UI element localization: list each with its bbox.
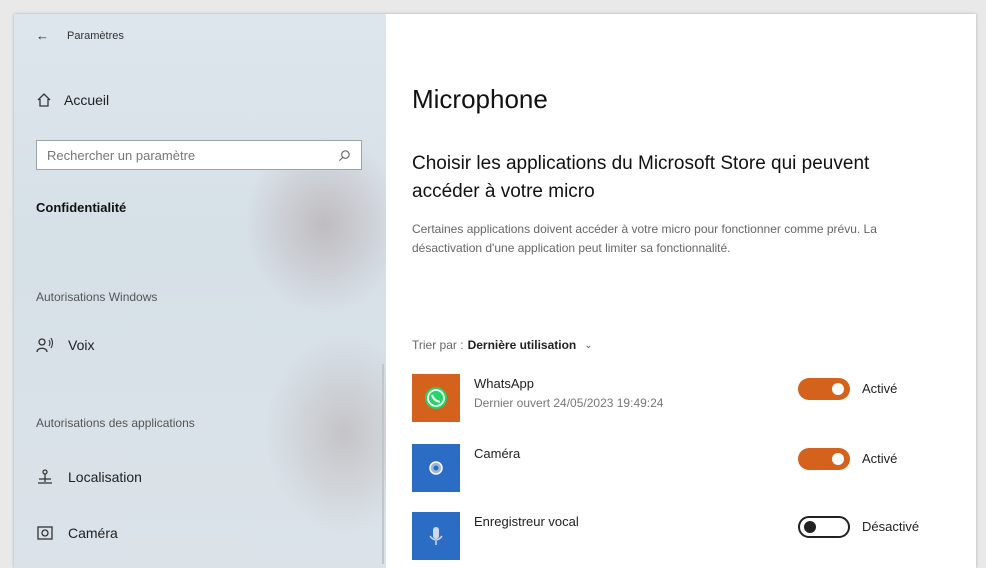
group-label-apps: Autorisations des applications <box>36 416 195 430</box>
sort-value: Dernière utilisation <box>467 338 577 352</box>
sidebar: ← Paramètres Accueil Rechercher un param… <box>14 14 386 568</box>
window-title: Paramètres <box>67 29 124 42</box>
app-last-opened: Dernier ouvert 24/05/2023 19:49:24 <box>474 396 664 410</box>
app-row-whatsapp: WhatsApp Dernier ouvert 24/05/2023 19:49… <box>412 374 952 422</box>
camera-mic-toggle[interactable] <box>798 448 850 470</box>
sidebar-item-label: Voix <box>68 337 95 353</box>
sidebar-scrollbar[interactable] <box>382 364 384 564</box>
sidebar-item-voice[interactable]: Voix <box>36 336 94 354</box>
sidebar-item-label: Localisation <box>68 469 142 485</box>
chevron-down-icon: ⌄ <box>584 339 593 351</box>
back-arrow-icon[interactable]: ← <box>36 28 49 43</box>
home-icon <box>37 93 51 107</box>
sort-dropdown[interactable]: Trier par : Dernière utilisation ⌄ <box>412 338 593 352</box>
toggle-state-label: Activé <box>862 381 898 396</box>
sidebar-item-camera[interactable]: Caméra <box>36 524 118 542</box>
subheading: Choisir les applications du Microsoft St… <box>412 153 870 202</box>
description: Certaines applications doivent accéder à… <box>412 222 877 255</box>
section-title: Confidentialité <box>36 200 127 215</box>
whatsapp-icon <box>412 374 460 422</box>
app-name: Enregistreur vocal <box>474 514 579 529</box>
camera-app-icon <box>412 444 460 492</box>
title-bar: ← Paramètres <box>36 28 124 43</box>
location-icon <box>38 469 52 484</box>
sidebar-item-home[interactable]: Accueil <box>36 92 109 108</box>
voice-recorder-icon <box>412 512 460 560</box>
app-name: Caméra <box>474 446 521 461</box>
sort-prefix: Trier par : <box>412 338 464 352</box>
page-title: Microphone <box>412 84 548 114</box>
settings-window: ← Paramètres Accueil Rechercher un param… <box>14 14 976 568</box>
sidebar-item-label: Accueil <box>64 92 110 108</box>
search-icon <box>338 149 350 161</box>
group-label-windows: Autorisations Windows <box>36 290 158 304</box>
toggle-state-label: Désactivé <box>862 519 920 534</box>
voice-icon <box>36 337 54 353</box>
app-name: WhatsApp <box>474 376 534 391</box>
whatsapp-mic-toggle[interactable] <box>798 378 850 400</box>
toggle-state-label: Activé <box>862 451 898 466</box>
sidebar-item-label: Caméra <box>68 525 118 541</box>
search-input[interactable]: Rechercher un paramètre <box>36 140 362 170</box>
voice-recorder-mic-toggle[interactable] <box>798 516 850 538</box>
app-row-camera: Caméra Activé <box>412 444 952 492</box>
search-placeholder: Rechercher un paramètre <box>47 147 196 163</box>
app-row-voice-recorder: Enregistreur vocal Désactivé <box>412 512 952 560</box>
camera-icon <box>37 526 53 540</box>
main-content: Microphone Choisir les applications du M… <box>386 14 976 568</box>
sidebar-item-location[interactable]: Localisation <box>36 468 142 486</box>
